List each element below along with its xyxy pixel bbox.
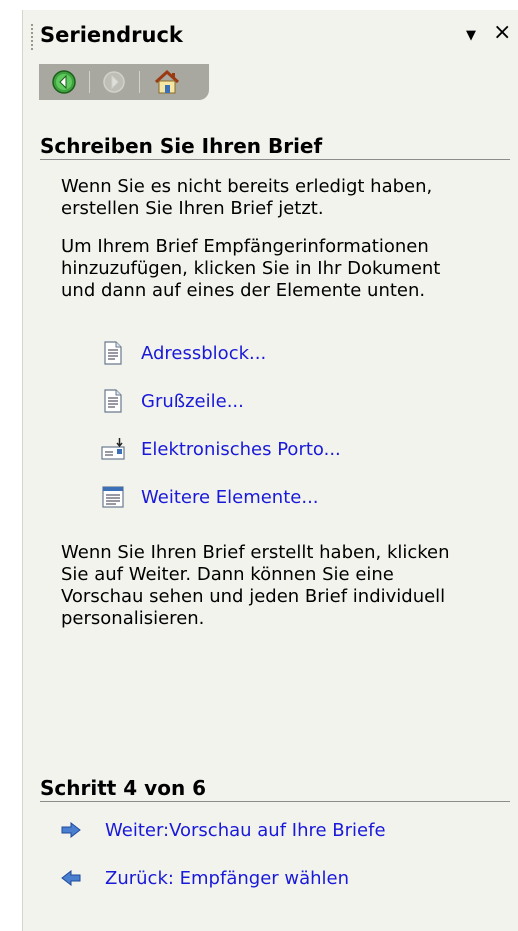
previous-step-label[interactable]: Zurück: Empfänger wählen (105, 868, 349, 889)
document-icon (104, 389, 122, 413)
drag-gripper[interactable] (31, 24, 36, 50)
text-line: hinzuzufügen, klicken Sie in Ihr Dokumen… (61, 258, 441, 279)
right-arrow-icon (61, 822, 81, 838)
instruction-text-1: Wenn Sie es nicht bereits erledigt haben… (61, 176, 516, 220)
previous-step-link[interactable]: Zurück: Empfänger wählen (61, 866, 349, 890)
section-divider (40, 159, 510, 160)
toolbar-separator (139, 71, 140, 93)
electronic-postage-link[interactable]: Elektronisches Porto... (101, 436, 341, 462)
pane-title: Seriendruck (40, 23, 183, 47)
greeting-line-link[interactable]: Grußzeile... (101, 388, 244, 414)
postage-icon (101, 438, 125, 460)
text-line: und dann auf eines der Elemente unten. (61, 280, 426, 301)
instruction-text-3: Wenn Sie Ihren Brief erstellt haben, kli… (61, 542, 516, 630)
list-document-icon (102, 486, 124, 508)
home-icon[interactable] (153, 69, 180, 95)
text-line: erstellen Sie Ihren Brief jetzt. (61, 198, 324, 219)
instruction-text-2: Um Ihrem Brief Empfängerinformationen hi… (61, 236, 516, 302)
section-heading-write-letter: Schreiben Sie Ihren Brief (40, 134, 323, 158)
mail-merge-task-pane: Seriendruck ▼ × Schreiben Sie Ihren Brie… (22, 10, 518, 931)
pane-dropdown-button[interactable]: ▼ (466, 28, 476, 43)
text-line: Wenn Sie es nicht bereits erledigt haben… (61, 176, 433, 197)
step-heading: Schritt 4 von 6 (40, 776, 207, 800)
item-label[interactable]: Weitere Elemente... (141, 487, 319, 508)
more-items-link[interactable]: Weitere Elemente... (101, 484, 319, 510)
text-line: Wenn Sie Ihren Brief erstellt haben, kli… (61, 542, 450, 563)
text-line: Sie auf Weiter. Dann können Sie eine (61, 564, 394, 585)
item-label[interactable]: Grußzeile... (141, 391, 244, 412)
toolbar-separator (89, 71, 90, 93)
text-line: personalisieren. (61, 608, 205, 629)
pane-close-button[interactable]: × (493, 20, 511, 45)
item-label[interactable]: Adressblock... (141, 343, 266, 364)
pane-nav-toolbar (39, 64, 209, 100)
pane-title-bar: Seriendruck ▼ × (23, 10, 518, 64)
next-step-label[interactable]: Weiter:Vorschau auf Ihre Briefe (105, 820, 386, 841)
back-arrow-icon[interactable] (51, 69, 77, 95)
next-step-link[interactable]: Weiter:Vorschau auf Ihre Briefe (61, 818, 386, 842)
section-divider (40, 801, 510, 802)
forward-arrow-icon[interactable] (101, 69, 127, 95)
text-line: Vorschau sehen und jeden Brief individue… (61, 586, 446, 607)
document-icon (104, 341, 122, 365)
text-line: Um Ihrem Brief Empfängerinformationen (61, 236, 429, 257)
left-arrow-icon (61, 870, 81, 886)
address-block-link[interactable]: Adressblock... (101, 340, 266, 366)
item-label[interactable]: Elektronisches Porto... (141, 439, 341, 460)
